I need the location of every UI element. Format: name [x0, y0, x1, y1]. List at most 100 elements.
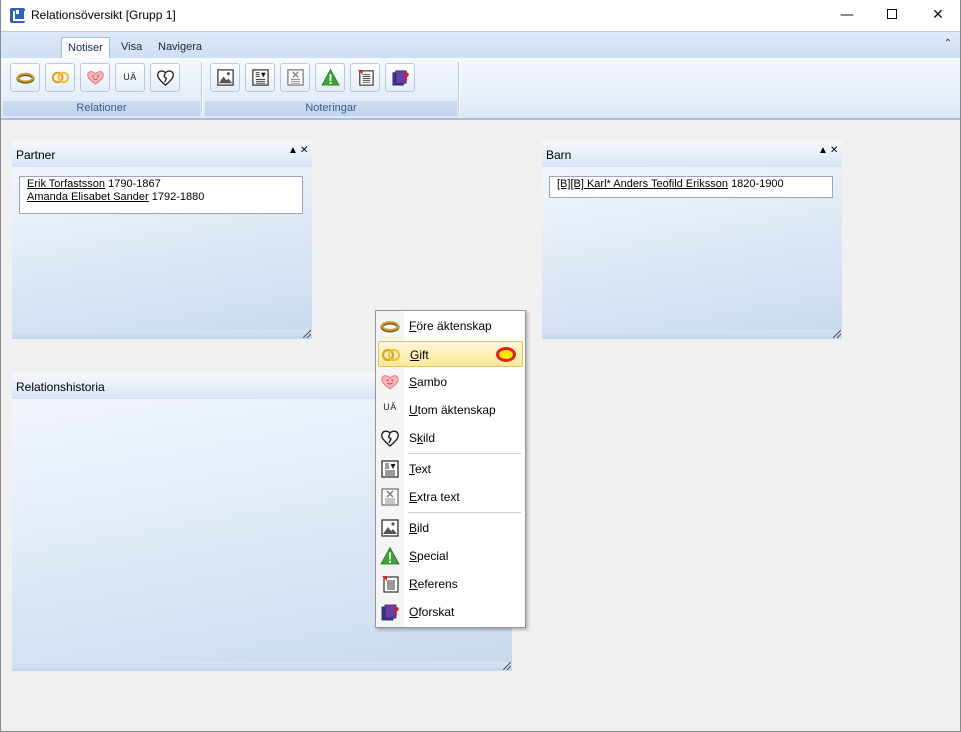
resize-grip-icon[interactable] [303, 330, 311, 338]
heart-face-icon [87, 71, 104, 85]
sambo-button[interactable] [80, 63, 110, 92]
ribbon-group-noteringar: ? Noteringar [205, 58, 457, 116]
menu-item-skild[interactable]: Skild [378, 425, 523, 451]
panel-close-icon[interactable]: ✕ [830, 145, 838, 156]
panel-title: Relationshistoria [16, 380, 105, 394]
partner-panel: Partner ▲ ✕ Erik Torfastsson 1790-1867 A… [12, 141, 312, 339]
panel-footer [12, 662, 512, 671]
list-item[interactable]: Amanda Elisabet Sander 1792-1880 [27, 191, 295, 204]
app-icon [10, 8, 26, 23]
broken-heart-icon [381, 430, 399, 447]
menu-item-label: Före äktenskap [409, 319, 492, 333]
ribbon-group-separator [201, 62, 202, 114]
text-button[interactable] [245, 63, 275, 92]
image-icon [381, 519, 399, 537]
window-frame-left [0, 31, 1, 732]
utom-aktenskap-button[interactable]: UÄ [115, 63, 145, 92]
extra-text-icon [287, 69, 304, 86]
oforskat-button[interactable]: ? [385, 63, 415, 92]
fore-aktenskap-button[interactable] [10, 63, 40, 92]
close-button[interactable]: ✕ [915, 0, 961, 31]
skild-button[interactable] [150, 63, 180, 92]
text-note-icon [381, 460, 399, 478]
maximize-button[interactable] [869, 0, 915, 31]
panel-footer [542, 330, 842, 339]
menu-item-fore-aktenskap[interactable]: Före äktenskap [378, 313, 523, 339]
title-bar: Relationsöversikt [Grupp 1] — ✕ [0, 0, 961, 31]
person-years: 1790-1867 [108, 178, 161, 190]
menu-item-label: Skild [409, 431, 436, 445]
list-item[interactable]: Erik Torfastsson 1790-1867 [27, 178, 295, 191]
list-item[interactable]: [B][B] Karl* Anders Teofild Eriksson 182… [557, 178, 825, 191]
ring-icon [16, 72, 35, 84]
bild-button[interactable] [210, 63, 240, 92]
panel-header: Partner ▲ ✕ [12, 141, 312, 167]
panel-move-up-icon[interactable]: ▲ [288, 145, 298, 156]
ring-icon [380, 321, 400, 333]
menu-item-gift[interactable]: Gift [378, 341, 523, 367]
ribbon-tab-strip: Notiser Visa Navigera ⌃ [1, 31, 960, 59]
maximize-icon [887, 9, 897, 19]
menu-item-label: Special [409, 549, 449, 563]
panel-footer [12, 330, 312, 339]
broken-heart-icon [157, 70, 174, 86]
unresearched-icon: ? [392, 70, 409, 86]
tab-notiser[interactable]: Notiser [61, 37, 110, 59]
reference-icon [357, 69, 374, 86]
person-years: 1792-1880 [151, 191, 205, 203]
person-link[interactable]: [B][B] Karl* Anders Teofild Eriksson [557, 178, 728, 190]
gift-button[interactable] [45, 63, 75, 92]
referens-button[interactable] [350, 63, 380, 92]
menu-item-label: Gift [410, 348, 429, 362]
ribbon-group-separator [458, 62, 459, 114]
extra-text-icon [381, 488, 399, 506]
menu-item-extra-text[interactable]: Extra text [378, 484, 523, 510]
menu-item-sambo[interactable]: Sambo [378, 369, 523, 395]
reference-icon [382, 576, 399, 593]
svg-text:?: ? [393, 605, 399, 618]
panel-close-icon[interactable]: ✕ [300, 145, 308, 156]
panel-move-up-icon[interactable]: ▲ [818, 145, 828, 156]
person-years: 1820-1900 [731, 178, 784, 190]
tab-navigera[interactable]: Navigera [152, 37, 208, 59]
menu-item-text[interactable]: Text [378, 456, 523, 482]
menu-item-bild[interactable]: Bild [378, 515, 523, 541]
heart-face-icon [381, 375, 399, 390]
wedding-rings-icon [381, 348, 401, 362]
partner-list: Erik Torfastsson 1790-1867 Amanda Elisab… [19, 176, 303, 214]
ribbon-group-relationer: UÄ Relationer [3, 58, 200, 116]
menu-item-referens[interactable]: Referens [378, 571, 523, 597]
resize-grip-icon[interactable] [833, 330, 841, 338]
uae-text-icon: UÄ [383, 402, 397, 412]
resize-grip-icon[interactable] [503, 662, 511, 670]
uae-text-icon: UÄ [123, 72, 137, 82]
menu-separator [408, 453, 521, 454]
menu-item-label: Text [409, 462, 432, 476]
menu-item-utom-aktenskap[interactable]: UÄ Utom äktenskap [378, 397, 523, 423]
menu-item-special[interactable]: Special [378, 543, 523, 569]
special-button[interactable] [315, 63, 345, 92]
ribbon-group-label-noteringar: Noteringar [205, 101, 457, 116]
unresearched-icon: ? [381, 604, 399, 621]
menu-item-label: Referens [409, 577, 458, 591]
menu-item-label: Sambo [409, 375, 448, 389]
person-link[interactable]: Erik Torfastsson [27, 178, 105, 190]
extra-text-button[interactable] [280, 63, 310, 92]
menu-separator [408, 512, 521, 513]
warning-icon [380, 546, 400, 565]
menu-item-oforskat[interactable]: ? Oforskat [378, 599, 523, 625]
panel-title: Barn [546, 148, 572, 162]
menu-item-label: Oforskat [409, 605, 455, 619]
warning-icon [321, 68, 340, 86]
wedding-rings-icon [51, 71, 70, 84]
menu-item-label: Extra text [409, 490, 460, 504]
image-icon [217, 69, 234, 86]
menu-item-label: Bild [409, 521, 430, 535]
person-link[interactable]: Amanda Elisabet Sander [27, 191, 149, 203]
ribbon-body: UÄ Relationer ? Noteringar [1, 58, 960, 120]
minimize-button[interactable]: — [824, 0, 870, 31]
ribbon-collapse-button[interactable]: ⌃ [944, 38, 952, 49]
barn-panel: Barn ▲ ✕ [B][B] Karl* Anders Teofild Eri… [542, 141, 842, 339]
tab-visa[interactable]: Visa [115, 37, 148, 59]
menu-item-label: Utom äktenskap [409, 403, 496, 417]
